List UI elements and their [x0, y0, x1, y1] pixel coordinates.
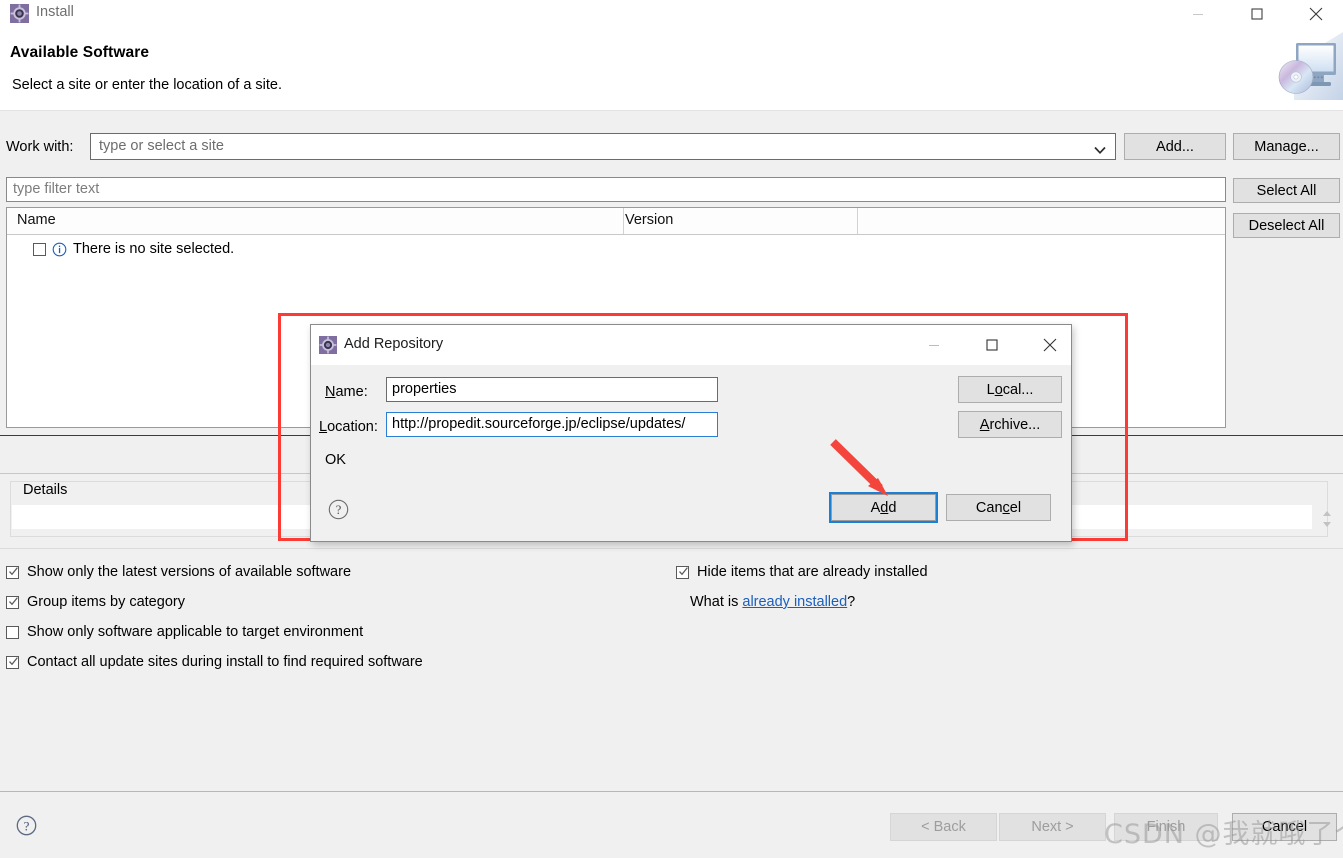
- option-label: Group items by category: [27, 594, 185, 610]
- option-label: Show only the latest versions of availab…: [27, 564, 352, 580]
- details-label: Details: [18, 482, 73, 498]
- option-label: Contact all update sites during install …: [27, 654, 423, 670]
- column-divider: [623, 208, 624, 234]
- add-repository-dialog: Add Repository Name: properties Location…: [310, 324, 1072, 542]
- page-subtitle: Select a site or enter the location of a…: [12, 77, 283, 93]
- info-icon: [52, 242, 67, 257]
- column-header-version[interactable]: Version: [625, 212, 673, 228]
- monitor-cd-icon: [1270, 32, 1343, 100]
- table-row[interactable]: There is no site selected.: [33, 241, 234, 257]
- manage-sites-button[interactable]: Manage...: [1233, 133, 1340, 160]
- minimize-button[interactable]: [1175, 0, 1221, 28]
- local-pre: L: [986, 381, 995, 398]
- dialog-status-message: OK: [325, 452, 346, 468]
- work-with-label: Work with:: [6, 139, 74, 155]
- chevron-down-icon[interactable]: [1093, 143, 1107, 159]
- cancel-post: el: [1009, 499, 1022, 516]
- collapse-expand-arrows-icon[interactable]: [1320, 508, 1334, 530]
- checkbox[interactable]: [6, 655, 19, 669]
- dialog-add-button[interactable]: Add: [829, 492, 938, 523]
- finish-button[interactable]: Finish: [1114, 813, 1218, 841]
- add-post: d: [888, 499, 897, 516]
- checkbox[interactable]: [6, 625, 19, 639]
- svg-text:?: ?: [336, 503, 342, 517]
- svg-text:?: ?: [24, 818, 30, 833]
- name-label-mnemonic: N: [325, 384, 336, 400]
- dialog-title: Add Repository: [344, 336, 444, 352]
- table-header-row: Name Version: [7, 208, 1225, 235]
- archive-mnemonic: A: [979, 416, 990, 433]
- what-is-prefix: What is: [690, 594, 743, 610]
- deselect-all-button[interactable]: Deselect All: [1233, 213, 1340, 238]
- location-label-mnemonic: L: [319, 419, 328, 435]
- maximize-button[interactable]: [1234, 0, 1280, 28]
- checkbox[interactable]: [6, 595, 19, 609]
- row-checkbox[interactable]: [33, 242, 46, 256]
- checkbox[interactable]: [676, 565, 689, 579]
- filter-placeholder: type filter text: [13, 181, 100, 197]
- name-label-rest: ame:: [335, 384, 368, 400]
- install-gear-icon: [319, 336, 337, 354]
- cancel-button[interactable]: Cancel: [1232, 813, 1337, 841]
- close-button[interactable]: [1293, 0, 1339, 28]
- location-label: Location:: [319, 419, 378, 435]
- work-with-combo[interactable]: type or select a site: [90, 133, 1116, 160]
- cancel-pre: Can: [975, 499, 1003, 516]
- help-question-icon[interactable]: ?: [328, 499, 349, 520]
- window-title: Install: [36, 4, 74, 20]
- what-is-already-installed: What is already installed?: [690, 594, 855, 610]
- archive-post: rchive...: [989, 416, 1041, 433]
- window-title-bar: [0, 0, 1343, 28]
- install-gear-icon: [10, 4, 29, 23]
- already-installed-link[interactable]: already installed: [742, 594, 847, 610]
- work-with-placeholder: type or select a site: [99, 138, 224, 154]
- add-site-button[interactable]: Add...: [1124, 133, 1226, 160]
- option-contact-all-update-sites[interactable]: Contact all update sites during install …: [6, 654, 423, 670]
- local-post: cal...: [1002, 381, 1034, 398]
- add-mnemonic: d: [880, 499, 889, 516]
- what-is-suffix: ?: [847, 594, 856, 610]
- name-input-value: properties: [392, 381, 457, 397]
- option-hide-already-installed[interactable]: Hide items that are already installed: [676, 564, 928, 580]
- add-pre: A: [870, 499, 881, 516]
- option-applicable-to-target[interactable]: Show only software applicable to target …: [6, 624, 363, 640]
- dialog-close-button[interactable]: [1027, 325, 1073, 365]
- option-label: Hide items that are already installed: [697, 564, 928, 580]
- location-label-rest: ocation:: [327, 419, 378, 435]
- page-title: Available Software: [10, 44, 150, 61]
- location-input-value: http://propedit.sourceforge.jp/eclipse/u…: [392, 416, 686, 432]
- name-input[interactable]: properties: [386, 377, 718, 402]
- dialog-maximize-button[interactable]: [969, 325, 1015, 365]
- option-group-by-category[interactable]: Group items by category: [6, 594, 185, 610]
- footer-divider: [0, 791, 1343, 792]
- help-question-icon[interactable]: ?: [16, 815, 37, 836]
- cancel-mnemonic: c: [1002, 499, 1010, 516]
- select-all-button[interactable]: Select All: [1233, 178, 1340, 203]
- name-label: Name:: [325, 384, 368, 400]
- column-divider: [857, 208, 858, 234]
- location-input[interactable]: http://propedit.sourceforge.jp/eclipse/u…: [386, 412, 718, 437]
- archive-button[interactable]: Archive...: [958, 411, 1062, 438]
- column-header-name[interactable]: Name: [17, 212, 56, 228]
- no-site-selected-label: There is no site selected.: [73, 241, 235, 257]
- next-button[interactable]: Next >: [999, 813, 1106, 841]
- checkbox[interactable]: [6, 565, 19, 579]
- section-divider: [0, 548, 1343, 549]
- local-button[interactable]: Lo cal...: [958, 376, 1062, 403]
- option-label: Show only software applicable to target …: [27, 624, 364, 640]
- dialog-minimize-button[interactable]: [911, 325, 957, 365]
- back-button[interactable]: < Back: [890, 813, 997, 841]
- dialog-cancel-button[interactable]: Can c el: [946, 494, 1051, 521]
- local-mnemonic: o: [994, 381, 1003, 398]
- option-show-latest-versions[interactable]: Show only the latest versions of availab…: [6, 564, 351, 580]
- filter-input[interactable]: type filter text: [6, 177, 1226, 202]
